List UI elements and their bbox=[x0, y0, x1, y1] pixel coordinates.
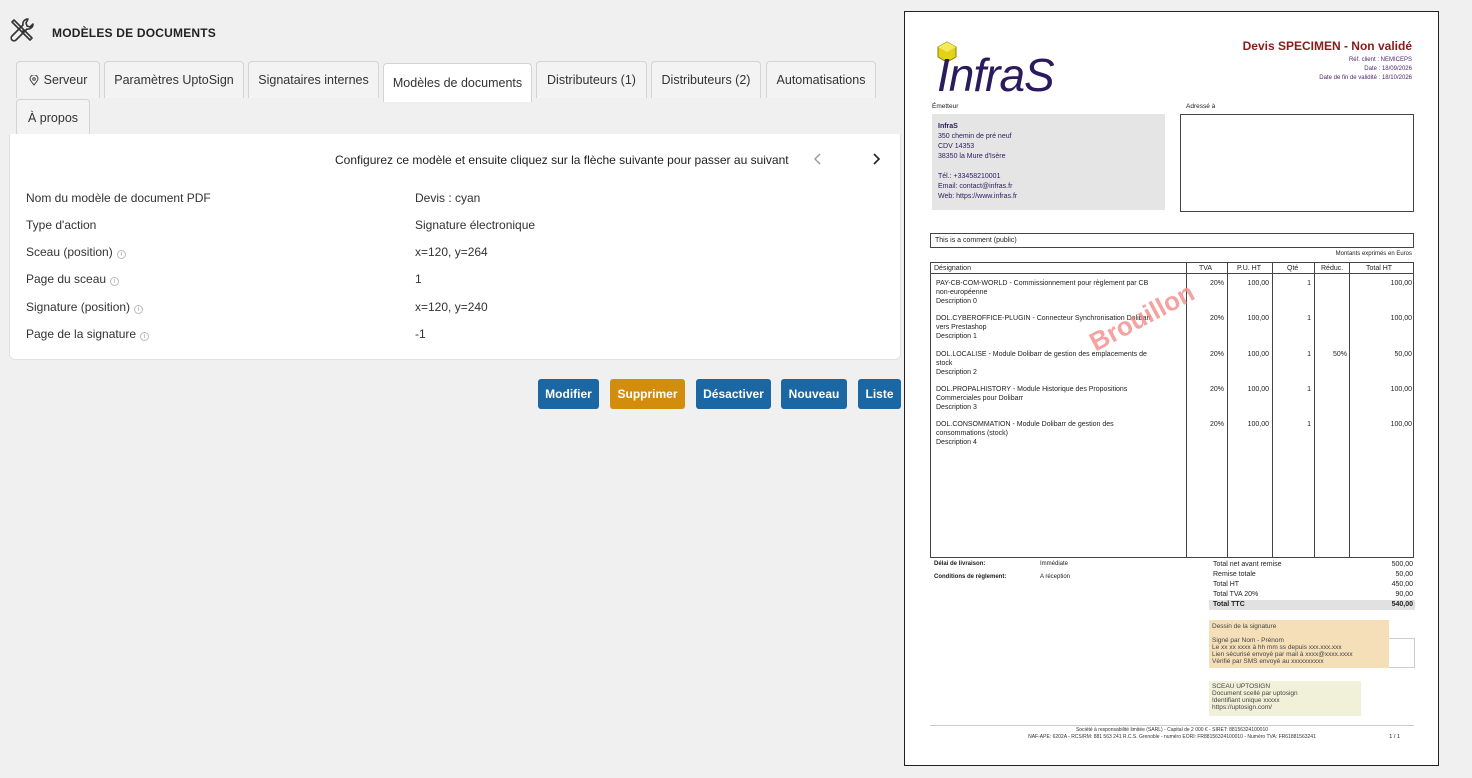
tab-label: Distributeurs (2) bbox=[661, 73, 751, 87]
total-row: Remise totale 50,00 bbox=[1213, 571, 1413, 578]
page-header: MODÈLES DE DOCUMENTS bbox=[8, 16, 216, 49]
total-row: Total TVA 20% 90,00 bbox=[1213, 591, 1413, 598]
new-button[interactable]: Nouveau bbox=[781, 379, 847, 409]
delivery-terms: Délai de livraison: Immédiate bbox=[934, 561, 1069, 567]
tab-label: Distributeurs (1) bbox=[547, 73, 636, 87]
col-total: Total HT bbox=[1366, 265, 1393, 272]
tab-parametres-uptosign[interactable]: Paramètres UptoSign bbox=[104, 61, 244, 98]
company-logo: InfraS bbox=[937, 49, 1055, 101]
tab-serveur[interactable]: Serveur bbox=[16, 61, 100, 98]
tab-signataires-internes[interactable]: Signataires internes bbox=[248, 61, 379, 98]
field-value: -1 bbox=[415, 327, 426, 341]
recipient-address-box bbox=[1180, 114, 1414, 212]
map-pin-icon bbox=[29, 74, 39, 86]
page-title: MODÈLES DE DOCUMENTS bbox=[52, 25, 217, 40]
field-label: Nom du modèle de document PDF bbox=[26, 191, 211, 205]
col-unit-price: P.U. HT bbox=[1237, 265, 1261, 272]
table-header: Désignation TVA P.U. HT Qté Réduc. Total… bbox=[931, 263, 1413, 274]
currency-note: Montants exprimés en Euros bbox=[1335, 251, 1412, 257]
chevron-right-icon[interactable] bbox=[868, 151, 884, 167]
emitter-city: 38350 la Mure d'Isère bbox=[938, 153, 1006, 160]
footer-legal-2: NAF-APE: 6202A - RCS/RM: 881 563 241 R.C… bbox=[1028, 734, 1316, 740]
tab-label: À propos bbox=[27, 110, 79, 125]
emitter-name: InfraS bbox=[938, 123, 958, 130]
document-date: Date : 18/09/2026 bbox=[1364, 66, 1412, 72]
total-row: Total net avant remise 500,00 bbox=[1213, 561, 1413, 568]
emitter-cdv: CDV 14353 bbox=[938, 143, 975, 150]
template-config-card: Configurez ce modèle et ensuite cliquez … bbox=[9, 134, 901, 360]
info-icon[interactable]: i bbox=[116, 250, 126, 259]
total-ttc-row: Total TTC 540,00 bbox=[1209, 600, 1415, 610]
tab-label: Modèles de documents bbox=[392, 76, 523, 90]
instruction-text: Configurez ce modèle et ensuite cliquez … bbox=[335, 153, 789, 167]
page-number: 1 / 1 bbox=[1389, 734, 1400, 740]
client-ref: Réf. client : NEMICEPS bbox=[1348, 57, 1412, 63]
col-designation: Désignation bbox=[934, 265, 971, 272]
col-discount: Réduc. bbox=[1321, 265, 1344, 272]
col-tva: TVA bbox=[1199, 265, 1213, 272]
tab-distributeurs-2[interactable]: Distributeurs (2) bbox=[651, 61, 761, 98]
tab-label: Paramètres UptoSign bbox=[114, 73, 234, 87]
field-value: x=120, y=240 bbox=[415, 300, 488, 314]
signature-box: Dessin de la signature Signé par Nom - P… bbox=[1209, 620, 1389, 668]
document-title: Devis SPECIMEN - Non validé bbox=[1242, 39, 1412, 53]
field-label: Signature (position) bbox=[26, 300, 131, 314]
tab-label: Signataires internes bbox=[258, 73, 369, 87]
field-value: Signature électronique bbox=[415, 218, 536, 232]
col-quantity: Qté bbox=[1287, 265, 1299, 272]
address-label: Adressé à bbox=[1186, 103, 1216, 110]
tab-label: Automatisations bbox=[776, 73, 866, 87]
footer-legal-1: Société à responsabilité limitée (SARL) … bbox=[1075, 727, 1269, 733]
field-label: Sceau (position) bbox=[26, 245, 113, 259]
tools-icon bbox=[8, 16, 36, 49]
totals-block: Total net avant remise 500,00 Remise tota… bbox=[1209, 560, 1415, 610]
field-value: x=120, y=264 bbox=[415, 245, 488, 259]
field-label: Page de la signature bbox=[26, 327, 137, 341]
field-value: 1 bbox=[415, 272, 422, 286]
info-icon[interactable]: i bbox=[110, 277, 120, 286]
emitter-phone: Tél.: +33458210001 bbox=[938, 173, 1001, 180]
field-label: Page du sceau bbox=[26, 272, 107, 286]
info-icon[interactable]: i bbox=[140, 332, 150, 341]
deactivate-button[interactable]: Désactiver bbox=[696, 379, 771, 409]
tab-label: Serveur bbox=[43, 73, 88, 87]
delete-button[interactable]: Supprimer bbox=[610, 379, 685, 409]
total-row: Total HT 450,00 bbox=[1213, 581, 1413, 588]
validity-date: Date de fin de validité : 18/10/2026 bbox=[1319, 75, 1412, 81]
public-comment: This is a comment (public) bbox=[930, 233, 1414, 248]
pdf-preview: InfraS Devis SPECIMEN - Non validé Réf. … bbox=[904, 11, 1439, 766]
emitter-street: 350 chemin de pré neuf bbox=[938, 133, 1012, 140]
emitter-label: Émetteur bbox=[932, 103, 959, 110]
list-button[interactable]: Liste bbox=[858, 379, 901, 409]
seal-box: SCEAU UPTOSIGN Document scellé par uptos… bbox=[1209, 681, 1361, 716]
chevron-left-icon[interactable] bbox=[810, 151, 826, 167]
emitter-box: InfraS 350 chemin de pré neuf CDV 14353 … bbox=[932, 114, 1165, 210]
tab-a-propos[interactable]: À propos bbox=[16, 99, 90, 135]
field-value: Devis : cyan bbox=[415, 191, 481, 205]
tab-distributeurs-1[interactable]: Distributeurs (1) bbox=[536, 61, 647, 98]
emitter-web: Web: https://www.infras.fr bbox=[938, 193, 1018, 200]
field-label: Type d'action bbox=[26, 218, 97, 232]
tab-automatisations[interactable]: Automatisations bbox=[766, 61, 876, 98]
payment-terms: Conditions de règlement: A réception bbox=[934, 574, 1071, 580]
emitter-email: Email: contact@infras.fr bbox=[938, 183, 1013, 190]
tab-modeles-de-documents[interactable]: Modèles de documents bbox=[383, 63, 532, 102]
app-window: MODÈLES DE DOCUMENTS Serveur Paramètres … bbox=[0, 0, 1472, 778]
modify-button[interactable]: Modifier bbox=[538, 379, 599, 409]
info-icon[interactable]: i bbox=[134, 305, 144, 314]
